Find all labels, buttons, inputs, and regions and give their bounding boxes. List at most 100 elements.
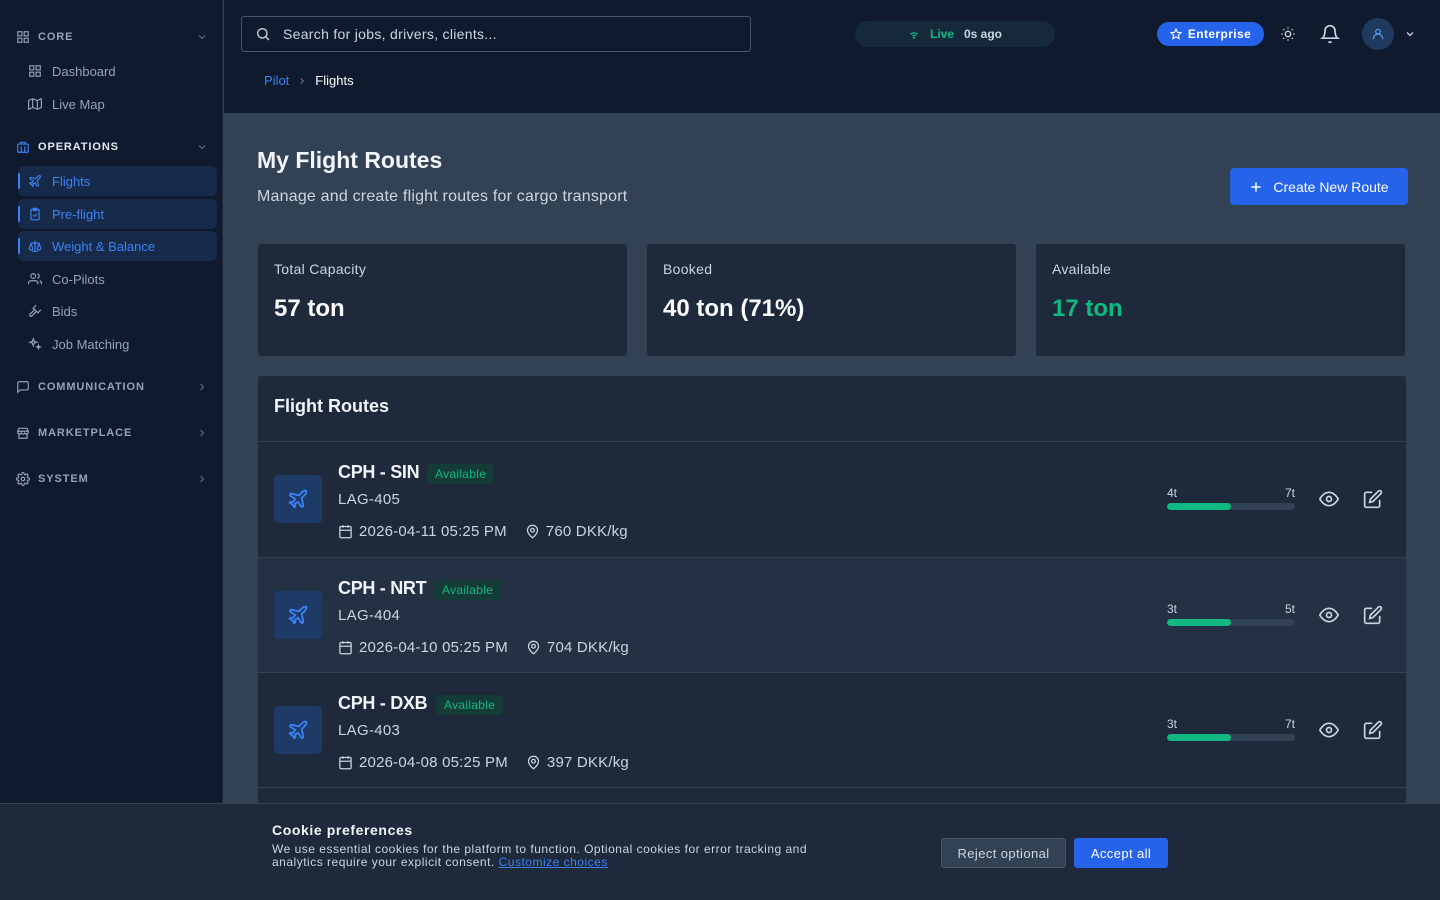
breadcrumb-pilot[interactable]: Pilot: [264, 73, 289, 88]
stat-label: Available: [1052, 261, 1112, 277]
route-name[interactable]: CPH - NRT: [338, 578, 427, 599]
sidebar-section-label: COMMUNICATION: [38, 381, 145, 393]
edit-icon[interactable]: [1363, 720, 1383, 740]
route-row[interactable]: CPH - SIN Available LAG-405 2026-04-11 0…: [258, 441, 1406, 557]
map-icon: [28, 97, 42, 111]
wifi-icon: [910, 32, 918, 39]
building-icon: [17, 141, 29, 153]
chevron-down-icon: [198, 35, 206, 40]
map-pin-icon: [527, 755, 540, 770]
capacity-track: [1167, 734, 1295, 741]
sidebar-item-dashboard[interactable]: Dashboard: [18, 56, 217, 86]
edit-icon[interactable]: [1363, 489, 1383, 509]
route-icon-box: [274, 475, 322, 523]
chevron-right-icon: [200, 429, 205, 437]
create-route-button[interactable]: Create New Route: [1230, 168, 1408, 205]
capacity-bar: 4t 7t: [1167, 486, 1295, 510]
accept-all-button[interactable]: Accept all: [1074, 838, 1168, 868]
stat-available: Available 17 ton: [1035, 243, 1406, 357]
edit-icon[interactable]: [1363, 605, 1383, 625]
gavel-icon: [29, 304, 42, 317]
sidebar-item-flights[interactable]: Flights: [18, 166, 217, 196]
route-name[interactable]: CPH - DXB: [338, 693, 428, 714]
sidebar-item-label: Co-Pilots: [52, 271, 105, 287]
sidebar-section-marketplace[interactable]: MARKETPLACE: [16, 425, 208, 441]
search-input[interactable]: [283, 26, 723, 42]
stat-label: Booked: [663, 261, 713, 277]
sidebar-item-label: Pre-flight: [52, 206, 105, 222]
search-icon: [257, 28, 270, 41]
route-code: LAG-404: [338, 607, 401, 624]
plane-icon: [288, 489, 308, 509]
route-meta: 2026-04-10 05:25 PM 704 DKK/kg: [338, 639, 629, 656]
capacity-bar: 3t 5t: [1167, 602, 1295, 626]
sidebar-section-communication[interactable]: COMMUNICATION: [16, 379, 208, 395]
route-row[interactable]: CPH - NRT Available LAG-404 2026-04-10 0…: [258, 557, 1406, 673]
capacity-track: [1167, 503, 1295, 510]
sun-icon[interactable]: [1280, 26, 1296, 42]
plan-badge-label: Enterprise: [1187, 27, 1252, 41]
map-pin-icon: [526, 524, 538, 539]
capacity-max: 7t: [1284, 486, 1295, 500]
route-row[interactable]: CPH - DXB Available LAG-403 2026-04-08 0…: [258, 672, 1406, 788]
route-price: 704 DKK/kg: [546, 639, 629, 656]
sidebar-item-weight-balance[interactable]: Weight & Balance: [18, 231, 217, 261]
sidebar-item-label: Bids: [52, 303, 78, 319]
sidebar-section-label: CORE: [38, 31, 74, 43]
reject-optional-button[interactable]: Reject optional: [941, 838, 1066, 868]
chevron-down-icon[interactable]: [1404, 28, 1416, 40]
plane-icon: [288, 720, 308, 740]
routes-title: Flight Routes: [274, 396, 389, 416]
stat-booked: Booked 40 ton (71%): [646, 243, 1017, 357]
sidebar-section-system[interactable]: SYSTEM: [16, 471, 208, 487]
route-name[interactable]: CPH - SIN: [338, 462, 420, 483]
sidebar-item-bids[interactable]: Bids: [18, 296, 217, 326]
sidebar-section-core[interactable]: CORE: [16, 29, 208, 45]
scale-icon: [28, 240, 42, 252]
sidebar-item-live-map[interactable]: Live Map: [18, 89, 217, 119]
bell-icon[interactable]: [1320, 24, 1340, 44]
user-icon: [1372, 28, 1384, 40]
eye-icon[interactable]: [1319, 489, 1339, 509]
cookie-title: Cookie preferences: [272, 822, 413, 838]
eye-icon[interactable]: [1319, 605, 1339, 625]
route-code: LAG-405: [338, 491, 401, 508]
map-pin-icon: [527, 640, 540, 655]
capacity-min: 3t: [1167, 602, 1178, 616]
live-status: Live 0s ago: [855, 21, 1055, 47]
create-route-label: Create New Route: [1273, 178, 1389, 195]
page-title: My Flight Routes: [257, 147, 443, 173]
route-date: 2026-04-11 05:25 PM: [359, 523, 507, 540]
sidebar-item-preflight[interactable]: Pre-flight: [18, 199, 217, 229]
eye-icon[interactable]: [1319, 720, 1339, 740]
route-meta: 2026-04-11 05:25 PM 760 DKK/kg: [338, 523, 628, 540]
sidebar-item-job-matching[interactable]: Job Matching: [18, 329, 217, 359]
customize-choices-link[interactable]: Customize choices: [499, 855, 608, 869]
capacity-min: 3t: [1167, 717, 1178, 731]
sidebar-item-label: Flights: [52, 173, 91, 189]
capacity-fill: [1167, 503, 1231, 510]
sidebar-section-operations[interactable]: OPERATIONS: [16, 139, 208, 155]
stat-value: 17 ton: [1052, 295, 1123, 322]
chevron-right-icon: [300, 77, 305, 84]
gear-icon: [16, 472, 30, 486]
avatar[interactable]: [1362, 18, 1394, 50]
plan-badge[interactable]: Enterprise: [1157, 22, 1264, 46]
stat-label: Total Capacity: [274, 261, 367, 277]
sidebar-section-label: SYSTEM: [38, 473, 89, 485]
chat-icon: [17, 381, 29, 394]
sidebar-item-copilots[interactable]: Co-Pilots: [18, 264, 217, 294]
status-badge: Available: [436, 695, 504, 715]
route-icon-box: [274, 706, 322, 754]
calendar-icon: [339, 525, 352, 539]
capacity-track: [1167, 619, 1295, 626]
dashboard-icon: [29, 65, 41, 77]
status-badge: Available: [434, 580, 502, 600]
live-label: Live: [929, 27, 954, 41]
star-icon: [1169, 28, 1182, 40]
topbar: Live 0s ago Enterprise Pilot Flights: [224, 0, 1440, 113]
route-price: 760 DKK/kg: [545, 523, 628, 540]
sidebar-item-label: Live Map: [52, 96, 105, 112]
search-box[interactable]: [241, 16, 751, 52]
capacity-fill: [1167, 734, 1231, 741]
